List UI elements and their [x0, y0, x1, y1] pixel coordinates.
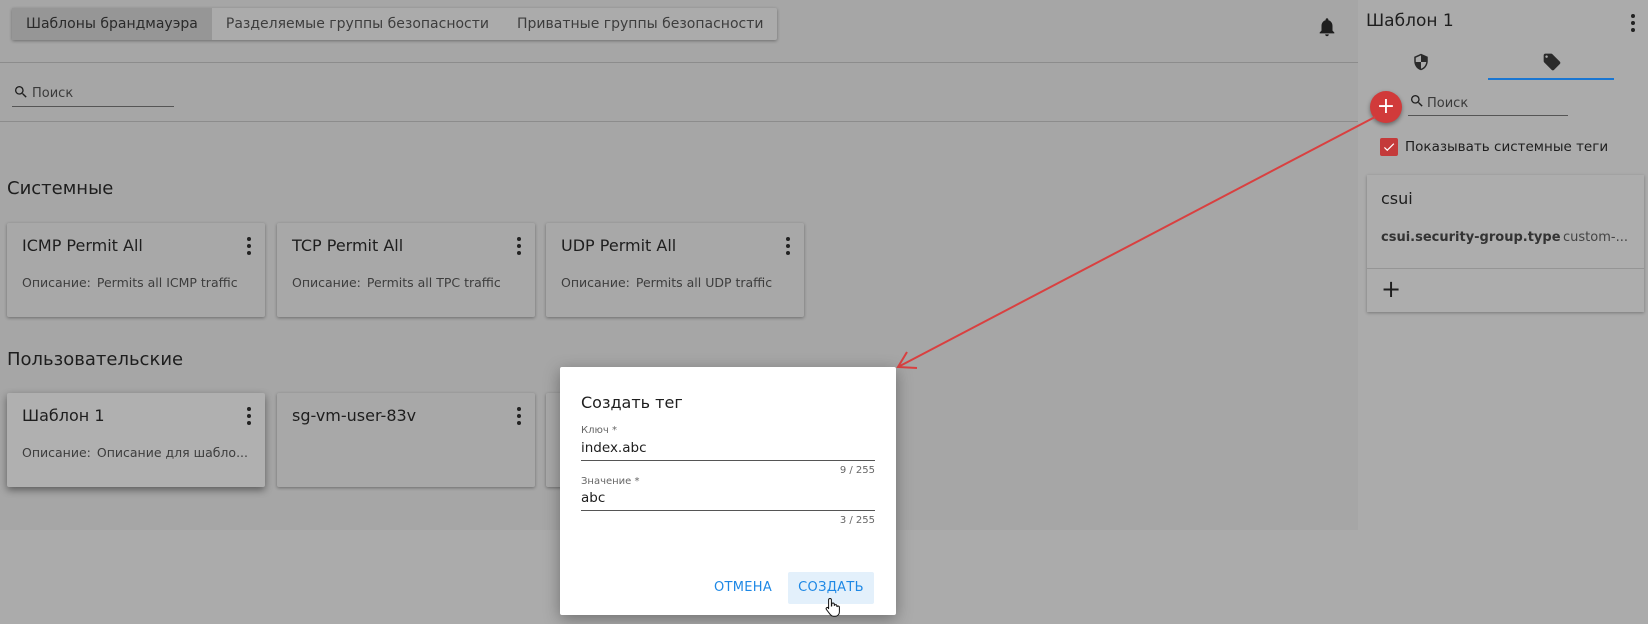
- search-icon: [13, 84, 29, 100]
- tag-search-input[interactable]: Поиск: [1408, 92, 1568, 116]
- template-card-udp[interactable]: UDP Permit All Описание: Permits all UDP …: [546, 223, 804, 317]
- template-card-sg-vm-user[interactable]: sg-vm-user-83v: [277, 393, 535, 487]
- tab-shared-security-groups[interactable]: Разделяемые группы безопасности: [212, 8, 503, 40]
- section-title-user: Пользовательские: [7, 349, 184, 370]
- section-title-system: Системные: [7, 178, 114, 199]
- detail-sidebar: Шаблон 1 + Поиск Показывать системные те…: [1358, 0, 1648, 624]
- top-tabs: Шаблоны брандмауэра Разделяемые группы б…: [12, 8, 778, 40]
- card-description: Описание: Permits all TPC traffic: [292, 275, 501, 290]
- card-title: ICMP Permit All: [22, 236, 143, 255]
- tab-tags[interactable]: [1488, 44, 1614, 80]
- card-description: Описание: Описание для шабло...: [22, 445, 248, 460]
- more-vert-icon[interactable]: [786, 237, 790, 255]
- search-icon: [1409, 93, 1425, 109]
- key-field-label: Ключ *: [581, 425, 617, 436]
- show-system-tags-checkbox[interactable]: [1380, 138, 1398, 156]
- template-card-tcp[interactable]: TCP Permit All Описание: Permits all TPC …: [277, 223, 535, 317]
- search-input[interactable]: Поиск: [12, 83, 174, 107]
- tab-private-security-groups[interactable]: Приватные группы безопасности: [503, 8, 777, 40]
- add-tag-button[interactable]: +: [1370, 91, 1402, 123]
- search-placeholder: Поиск: [32, 86, 74, 101]
- dialog-title: Создать тег: [581, 393, 683, 412]
- key-counter: 9 / 255: [839, 465, 875, 476]
- value-field-label: Значение *: [581, 476, 640, 487]
- more-vert-icon[interactable]: [1631, 14, 1635, 32]
- tab-firewall-templates[interactable]: Шаблоны брандмауэра: [12, 8, 212, 40]
- tag-namespace: csui: [1381, 189, 1413, 208]
- tag-value: custom-...: [1563, 230, 1628, 245]
- card-title: sg-vm-user-83v: [292, 406, 417, 425]
- more-vert-icon[interactable]: [517, 237, 521, 255]
- value-counter: 3 / 255: [839, 515, 875, 526]
- key-field[interactable]: index.abc: [581, 440, 647, 456]
- card-title: UDP Permit All: [561, 236, 677, 255]
- more-vert-icon[interactable]: [517, 407, 521, 425]
- tag-key: csui.security-group.type: [1381, 230, 1561, 245]
- search-divider: [0, 121, 1358, 122]
- cancel-button[interactable]: ОТМЕНА: [708, 572, 778, 604]
- bell-icon[interactable]: [1316, 16, 1338, 38]
- template-card-template-1[interactable]: Шаблон 1 Описание: Описание для шабло...: [7, 393, 265, 487]
- tab-security-rules[interactable]: [1358, 44, 1484, 80]
- more-vert-icon[interactable]: [247, 237, 251, 255]
- card-title: TCP Permit All: [292, 236, 404, 255]
- card-title: Шаблон 1: [22, 406, 105, 425]
- card-description: Описание: Permits all UDP traffic: [561, 275, 773, 290]
- tag-group-card: csui csui.security-group.type custom-...…: [1367, 175, 1644, 312]
- create-tag-dialog: Создать тег Ключ * index.abc 9 / 255 Зна…: [560, 367, 896, 615]
- more-vert-icon[interactable]: [247, 407, 251, 425]
- sidebar-title: Шаблон 1: [1366, 11, 1454, 31]
- tag-card-divider: [1367, 268, 1644, 269]
- show-system-tags-label: Показывать системные теги: [1405, 139, 1609, 155]
- card-description: Описание: Permits all ICMP traffic: [22, 275, 238, 290]
- tag-icon: [1543, 53, 1561, 71]
- check-icon: [1383, 143, 1395, 152]
- value-field-underline: [581, 510, 875, 511]
- shield-icon: [1414, 53, 1428, 71]
- tag-search-placeholder: Поиск: [1427, 96, 1469, 111]
- header-divider: [0, 62, 1358, 63]
- template-card-icmp[interactable]: ICMP Permit All Описание: Permits all ICM…: [7, 223, 265, 317]
- add-tag-in-group-button[interactable]: +: [1381, 275, 1401, 303]
- value-field[interactable]: abc: [581, 490, 605, 506]
- hand-cursor-icon: [825, 597, 841, 621]
- key-field-underline: [581, 460, 875, 461]
